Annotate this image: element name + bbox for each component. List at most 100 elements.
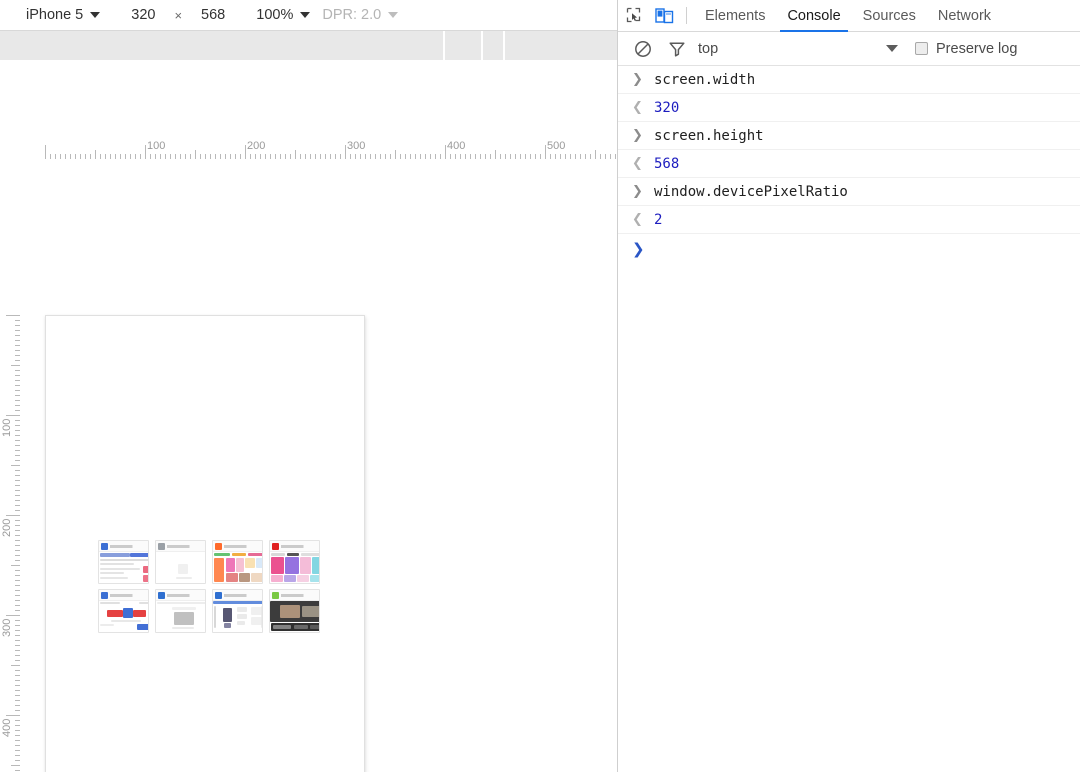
ruler-tick <box>530 154 531 159</box>
ruler-tick <box>15 375 20 376</box>
thumbnail-card[interactable] <box>269 540 320 584</box>
ruler-tick <box>15 550 20 551</box>
tab-console[interactable]: Console <box>776 0 851 32</box>
ruler-tick <box>11 465 20 466</box>
ruler-tick <box>455 154 456 159</box>
ruler-tick <box>15 320 20 321</box>
ruler-tick <box>15 510 20 511</box>
viewport-width-input[interactable]: 320 <box>131 0 155 30</box>
ruler-tick <box>280 154 281 159</box>
device-canvas: 100200300400500 100200300400500600 <box>0 139 617 772</box>
dpr-value: DPR: 2.0 <box>322 7 382 23</box>
viewport-height-input[interactable]: 568 <box>201 0 225 30</box>
thumbnail-card[interactable] <box>98 540 149 584</box>
thumbnail-header <box>270 590 319 601</box>
inspect-element-icon[interactable] <box>618 0 649 32</box>
chevron-left-icon: ❮ <box>632 100 643 115</box>
console-prompt[interactable]: ❯ <box>618 234 1080 264</box>
ruler-tick <box>195 150 196 159</box>
tab-network[interactable]: Network <box>927 0 1002 32</box>
ruler-tick <box>6 715 20 716</box>
console-output-row: ❮ 320 <box>618 94 1080 122</box>
device-selector[interactable]: iPhone 5 <box>26 0 101 30</box>
ruler-tick <box>15 580 20 581</box>
ruler-tick <box>325 154 326 159</box>
chevron-right-icon: ❯ <box>632 72 643 87</box>
console-context-selector[interactable]: top <box>698 41 898 57</box>
thumbnail-detail <box>271 552 285 556</box>
ruler-tick <box>605 154 606 159</box>
ruler-label: 200 <box>247 140 266 152</box>
filter-icon[interactable] <box>662 34 692 64</box>
dpr-selector[interactable]: DPR: 2.0 <box>322 0 399 30</box>
ruler-tick <box>560 154 561 159</box>
thumbnail-card[interactable] <box>212 540 263 584</box>
ruler-tick <box>485 154 486 159</box>
device-toolbar-icon[interactable] <box>649 0 680 32</box>
ruler-tick <box>370 154 371 159</box>
ruler-tick <box>200 154 201 159</box>
ruler-label: 100 <box>147 140 166 152</box>
thumbnail-detail <box>123 608 133 618</box>
viewport-height-value: 568 <box>201 7 226 23</box>
ruler-tick <box>15 445 20 446</box>
console-context-label: top <box>698 40 719 57</box>
ruler-tick <box>260 154 261 159</box>
thumbnail-detail <box>111 620 141 622</box>
thumbnail-detail <box>271 575 283 582</box>
ruler-tick <box>375 154 376 159</box>
ruler-tick <box>210 154 211 159</box>
thumbnail-detail <box>100 577 128 579</box>
ruler-tick <box>360 154 361 159</box>
thumbnail-header <box>213 541 262 552</box>
ruler-tick <box>300 154 301 159</box>
thumbnail-detail <box>312 557 319 574</box>
tab-elements[interactable]: Elements <box>694 0 776 32</box>
ruler-label: 300 <box>347 140 366 152</box>
zoom-selector[interactable]: 100% <box>256 0 311 30</box>
ruler-tick <box>15 575 20 576</box>
thumbnail-detail <box>273 625 291 629</box>
console-message-list[interactable]: ❯ screen.width ❮ 320 ❯ screen.height ❮ 568 ❯ wind… <box>618 66 1080 264</box>
favicon-icon <box>215 542 222 550</box>
device-toolbar: iPhone 5 320 × 568 100% DPR: 2.0 <box>0 0 617 31</box>
ruler-tick <box>540 154 541 159</box>
ruler-tick <box>15 750 20 751</box>
emulated-viewport[interactable] <box>45 315 365 772</box>
ruler-tick <box>15 700 20 701</box>
ruler-tick <box>70 154 71 159</box>
preserve-log-checkbox[interactable]: Preserve log <box>915 41 1017 57</box>
ruler-tick <box>165 154 166 159</box>
ruler-tick <box>220 154 221 159</box>
thumbnail-card[interactable] <box>155 540 206 584</box>
thumbnail-detail <box>157 602 205 604</box>
ruler-tick <box>15 535 20 536</box>
ruler-tick <box>190 154 191 159</box>
thumbnail-detail <box>214 606 216 628</box>
favicon-icon <box>215 591 222 599</box>
ruler-tick <box>15 405 20 406</box>
ruler-tick <box>380 154 381 159</box>
thumbnail-card[interactable] <box>212 589 263 633</box>
ruler-tick <box>395 150 396 159</box>
ruler-tick <box>105 154 106 159</box>
thumbnail-grid <box>98 540 320 633</box>
ruler-tick <box>505 154 506 159</box>
tab-sources[interactable]: Sources <box>852 0 927 32</box>
thumbnail-detail <box>176 577 192 579</box>
favicon-icon <box>272 542 279 550</box>
tab-label: Elements <box>705 7 766 24</box>
thumbnail-detail <box>236 558 244 572</box>
thumbnail-card[interactable] <box>98 589 149 633</box>
ruler-tick <box>310 154 311 159</box>
ruler-tick <box>95 150 96 159</box>
thumbnail-card[interactable] <box>269 589 320 633</box>
ruler-tick <box>15 425 20 426</box>
ruler-tick <box>610 154 611 159</box>
ruler-tick <box>15 570 20 571</box>
ruler-tick <box>6 415 20 416</box>
clear-console-icon[interactable] <box>628 34 658 64</box>
ruler-tick <box>510 154 511 159</box>
ruler-tick <box>445 145 446 159</box>
thumbnail-card[interactable] <box>155 589 206 633</box>
